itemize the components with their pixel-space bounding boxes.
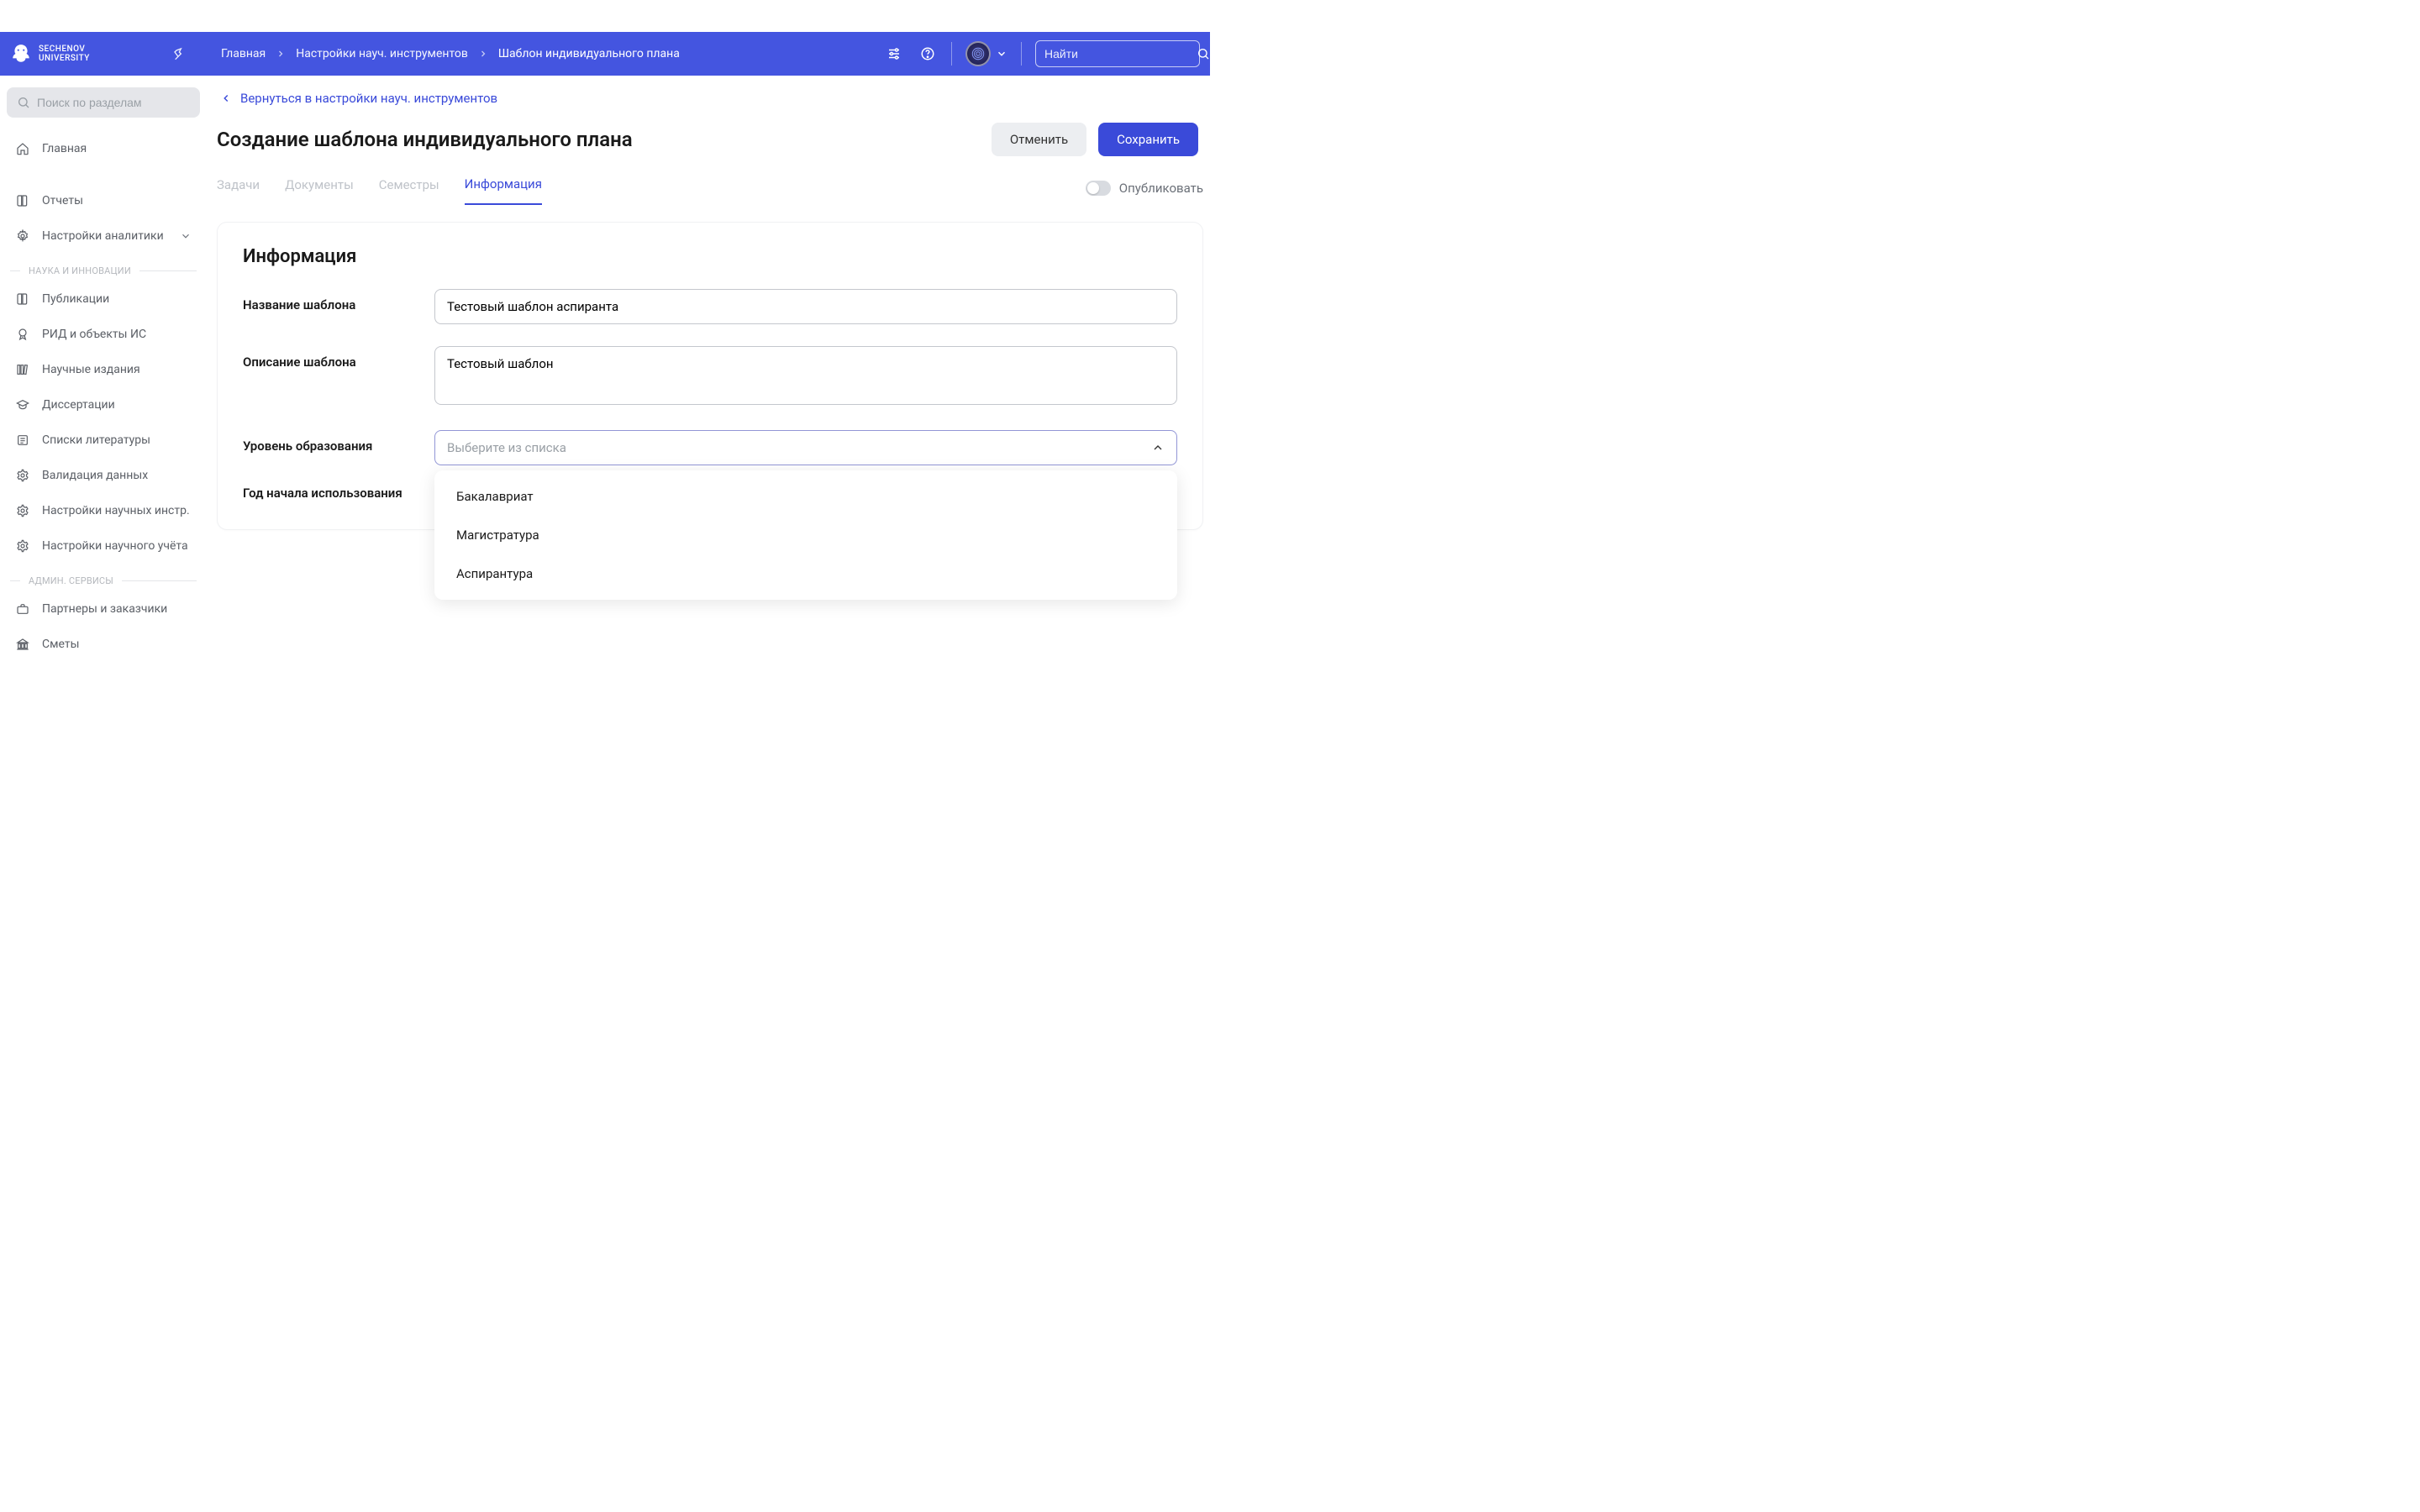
gear-icon [15, 468, 30, 483]
list-icon [15, 433, 30, 448]
dropdown-option-postgrad[interactable]: Аспирантура [434, 554, 1177, 593]
search-icon [1197, 47, 1210, 60]
sidebar-item-label: РИД и объекты ИС [42, 328, 146, 341]
global-search-input[interactable] [1044, 47, 1197, 60]
select-placeholder: Выберите из списка [447, 440, 566, 455]
sidebar-item-reports[interactable]: Отчеты [7, 183, 200, 218]
label-start-year: Год начала использования [243, 477, 434, 501]
sidebar-item-label: Научные издания [42, 363, 140, 376]
sidebar-group-science: НАУКА И ИННОВАЦИИ [10, 265, 197, 276]
sidebar-item-dissertations[interactable]: Диссертации [7, 387, 200, 423]
sidebar-search-input[interactable] [37, 96, 190, 109]
sidebar-item-label: Диссертации [42, 398, 115, 412]
sidebar-item-label: Сметы [42, 638, 79, 651]
dropdown-option-master[interactable]: Магистратура [434, 516, 1177, 554]
info-card: Информация Название шаблона Описание шаб… [217, 222, 1203, 530]
tab-information[interactable]: Информация [465, 171, 542, 205]
chevron-down-icon [996, 48, 1007, 60]
brand[interactable]: SECHENOV UNIVERSITY [10, 43, 166, 65]
gear-icon [15, 538, 30, 554]
sidebar-item-references[interactable]: Списки литературы [7, 423, 200, 458]
chevron-down-icon [180, 230, 192, 242]
save-button[interactable]: Сохранить [1098, 123, 1198, 156]
search-icon [17, 96, 30, 109]
label-education-level: Уровень образования [243, 430, 434, 454]
gear-icon [15, 228, 30, 244]
chevron-up-icon [1151, 441, 1165, 454]
global-search[interactable] [1035, 40, 1200, 67]
award-icon [15, 327, 30, 342]
divider [1021, 42, 1022, 66]
sidebar-item-validation[interactable]: Валидация данных [7, 458, 200, 493]
publish-toggle[interactable] [1086, 181, 1111, 196]
sidebar-item-publications[interactable]: Публикации [7, 281, 200, 317]
tab-documents: Документы [285, 172, 354, 204]
sidebar-item-label: Настройки аналитики [42, 229, 164, 243]
user-menu[interactable] [965, 41, 1007, 66]
settings-sliders-icon[interactable] [884, 44, 904, 64]
publish-label: Опубликовать [1119, 181, 1203, 196]
sidebar-item-rid[interactable]: РИД и объекты ИС [7, 317, 200, 352]
education-level-select[interactable]: Выберите из списка [434, 430, 1177, 465]
help-icon[interactable] [918, 44, 938, 64]
brand-line2: UNIVERSITY [39, 54, 90, 63]
label-template-desc: Описание шаблона [243, 346, 434, 370]
back-link[interactable]: Вернуться в настройки науч. инструментов [220, 91, 497, 106]
education-level-dropdown: Бакалавриат Магистратура Аспирантура [434, 470, 1177, 600]
book-icon [15, 291, 30, 307]
sidebar-search[interactable] [7, 87, 200, 118]
pin-icon[interactable] [166, 47, 191, 60]
back-link-label: Вернуться в настройки науч. инструментов [240, 91, 497, 106]
sidebar-item-label: Настройки научных инстр. [42, 504, 190, 517]
tabs: Задачи Документы Семестры Информация Опу… [217, 171, 1203, 205]
sidebar-item-sci-accounting[interactable]: Настройки научного учёта [7, 528, 200, 564]
sidebar-item-label: Валидация данных [42, 469, 148, 482]
breadcrumb: Главная Настройки науч. инструментов Шаб… [221, 47, 884, 60]
brand-line1: SECHENOV [39, 45, 90, 54]
graduation-icon [15, 397, 30, 412]
sidebar-item-analytics-settings[interactable]: Настройки аналитики [7, 218, 200, 254]
sidebar-item-sci-instruments[interactable]: Настройки научных инстр. [7, 493, 200, 528]
card-heading: Информация [243, 246, 1177, 267]
breadcrumb-item-2: Шаблон индивидуального плана [498, 47, 680, 60]
template-desc-input[interactable] [434, 346, 1177, 405]
sidebar-item-label: Отчеты [42, 194, 83, 207]
sidebar-item-home[interactable]: Главная [7, 131, 200, 166]
library-icon [15, 362, 30, 377]
divider [951, 42, 952, 66]
label-template-name: Название шаблона [243, 289, 434, 312]
breadcrumb-item-1[interactable]: Настройки науч. инструментов [296, 47, 468, 60]
sidebar-item-label: Публикации [42, 292, 109, 306]
sidebar-item-estimates[interactable]: Сметы [7, 627, 200, 662]
template-name-input[interactable] [434, 289, 1177, 324]
avatar [965, 41, 991, 66]
sidebar-item-journals[interactable]: Научные издания [7, 352, 200, 387]
sidebar-item-label: Списки литературы [42, 433, 150, 447]
sidebar-item-label: Партнеры и заказчики [42, 602, 167, 616]
tab-semesters: Семестры [379, 172, 439, 204]
chevron-left-icon [220, 92, 232, 104]
sidebar-item-label: Главная [42, 142, 87, 155]
chevron-right-icon [478, 49, 488, 59]
sidebar-group-admin: АДМИН. СЕРВИСЫ [10, 575, 197, 586]
briefcase-icon [15, 601, 30, 617]
main-content: Вернуться в настройки науч. инструментов… [207, 76, 1210, 756]
sidebar-item-partners[interactable]: Партнеры и заказчики [7, 591, 200, 627]
book-icon [15, 193, 30, 208]
sidebar: Главная Отчеты Настройки аналитики НАУКА… [0, 76, 207, 756]
dropdown-option-bachelor[interactable]: Бакалавриат [434, 477, 1177, 516]
chevron-right-icon [276, 49, 286, 59]
cancel-button[interactable]: Отменить [992, 123, 1086, 156]
sidebar-item-label: Настройки научного учёта [42, 539, 188, 553]
page-title: Создание шаблона индивидуального плана [217, 128, 633, 151]
gear-icon [15, 503, 30, 518]
topbar: SECHENOV UNIVERSITY Главная Настройки на… [0, 32, 1210, 76]
breadcrumb-item-0[interactable]: Главная [221, 47, 266, 60]
home-icon [15, 141, 30, 156]
bank-icon [15, 637, 30, 652]
tab-tasks: Задачи [217, 172, 260, 204]
brand-logo-icon [10, 43, 32, 65]
